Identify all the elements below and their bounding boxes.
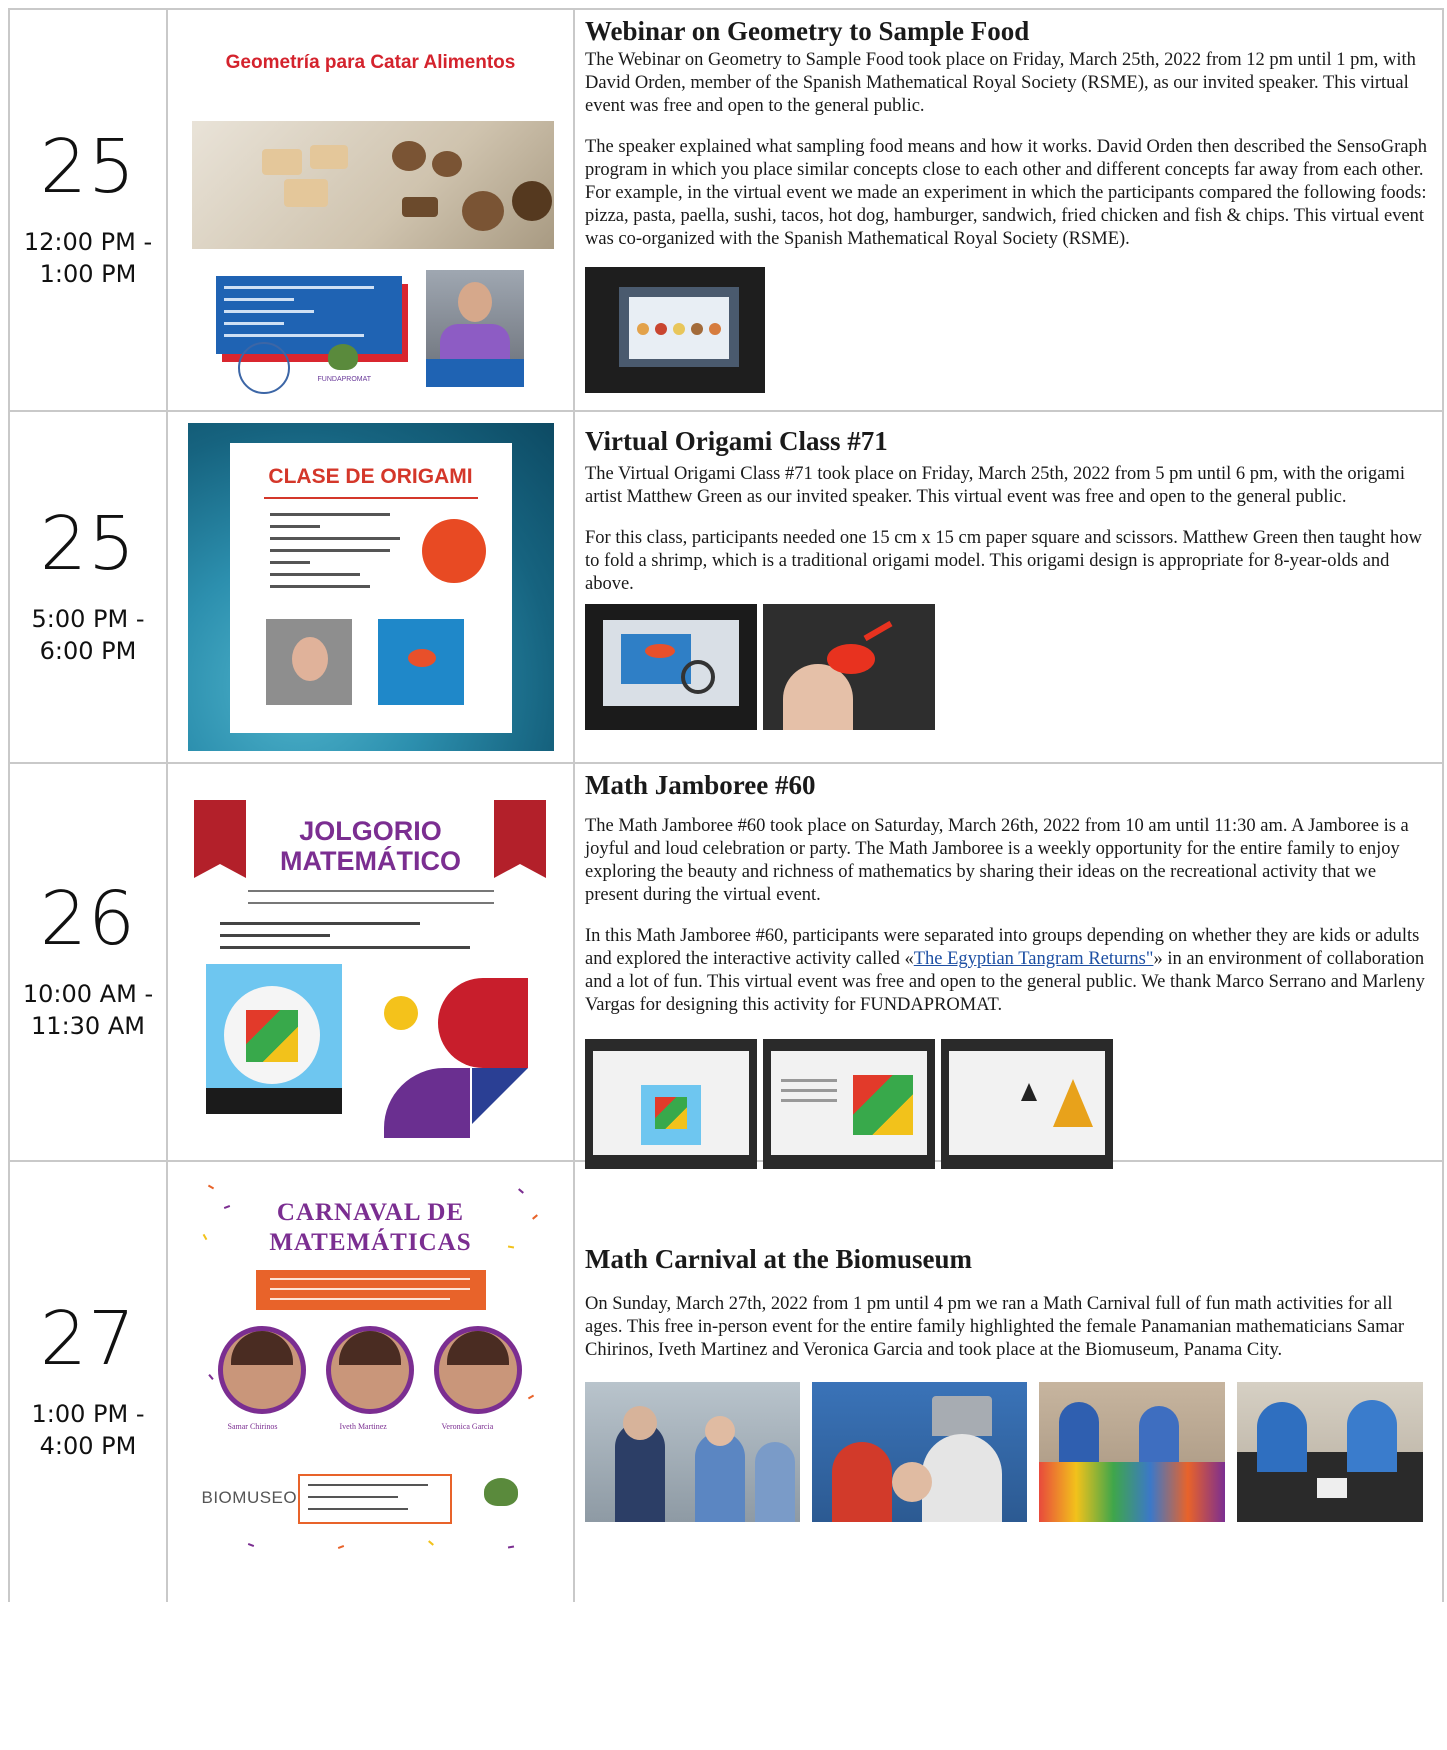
tangram-activity-link[interactable]: The Egyptian Tangram Returns" bbox=[914, 949, 1154, 969]
poster-info-box bbox=[215, 276, 402, 354]
event-photo[interactable] bbox=[763, 604, 935, 730]
description-cell: Virtual Origami Class #71 The Virtual Or… bbox=[573, 412, 1444, 762]
poster-title: CLASE DE ORIGAMI bbox=[268, 465, 473, 488]
event-title: Virtual Origami Class #71 bbox=[585, 426, 888, 456]
event-time: 1:00 PM - 4:00 PM bbox=[31, 1400, 145, 1460]
poster-badge bbox=[425, 359, 524, 387]
rsme-logo bbox=[237, 342, 290, 394]
date-cell: 26 10:00 AM - 11:30 AM bbox=[8, 764, 166, 1160]
poster-title: Geometría para Catar Alimentos bbox=[225, 52, 516, 73]
speaker-photo bbox=[265, 619, 352, 705]
event-title: Math Jamboree #60 bbox=[585, 770, 816, 800]
event-poster: CLASE DE ORIGAMI bbox=[187, 423, 554, 751]
event-time: 5:00 PM - 6:00 PM bbox=[31, 605, 145, 665]
event-photo[interactable] bbox=[1039, 1382, 1225, 1522]
date-cell: 27 1:00 PM - 4:00 PM bbox=[8, 1162, 166, 1602]
description-cell: Math Carnival at the Biomuseum On Sunday… bbox=[573, 1162, 1444, 1602]
poster-title: CARNAVAL DE MATEMÁTICAS bbox=[269, 1199, 472, 1256]
event-row: 27 1:00 PM - 4:00 PM CARNAVAL DE MATEMÁT… bbox=[8, 1162, 1444, 1602]
event-time: 10:00 AM - 11:30 AM bbox=[22, 980, 154, 1040]
event-photo[interactable] bbox=[941, 1039, 1113, 1169]
event-photo[interactable] bbox=[585, 1039, 757, 1169]
event-day: 25 bbox=[39, 501, 137, 587]
speaker-name: Iveth Martinez bbox=[339, 1422, 387, 1431]
poster-banner bbox=[255, 1270, 486, 1310]
poster-card: CLASE DE ORIGAMI bbox=[229, 443, 512, 733]
event-title: Math Carnival at the Biomuseum bbox=[585, 1244, 972, 1274]
event-photo[interactable] bbox=[1237, 1382, 1423, 1522]
photo-gallery bbox=[585, 1039, 1432, 1169]
event-paragraph: In this Math Jamboree #60, participants … bbox=[585, 926, 1425, 1015]
event-paragraph: For this class, participants needed one … bbox=[585, 528, 1422, 594]
event-poster: Geometría para Catar Alimentos FUNDAPROM… bbox=[187, 26, 554, 394]
event-photo[interactable] bbox=[585, 604, 757, 730]
event-row: 25 5:00 PM - 6:00 PM CLASE DE ORIGAMI Vi… bbox=[8, 412, 1444, 764]
fundapromat-logo bbox=[327, 344, 358, 370]
photo-gallery bbox=[585, 1382, 1432, 1522]
event-photo[interactable] bbox=[585, 267, 765, 393]
speaker-photo bbox=[325, 1326, 414, 1414]
event-paragraph: The Webinar on Geometry to Sample Food t… bbox=[585, 50, 1416, 116]
event-row: 25 12:00 PM - 1:00 PM Geometría para Cat… bbox=[8, 10, 1444, 412]
speaker-name: Samar Chirinos bbox=[227, 1422, 278, 1431]
events-table: 25 12:00 PM - 1:00 PM Geometría para Cat… bbox=[8, 8, 1444, 1602]
event-day: 26 bbox=[39, 876, 137, 962]
poster-cell: CARNAVAL DE MATEMÁTICAS Samar Chirinos I… bbox=[166, 1162, 573, 1602]
speaker-photo bbox=[433, 1326, 522, 1414]
speaker-photo bbox=[217, 1326, 306, 1414]
event-photo[interactable] bbox=[585, 1382, 800, 1522]
origami-model-photo bbox=[377, 619, 464, 705]
date-cell: 25 12:00 PM - 1:00 PM bbox=[8, 10, 166, 410]
poster-cell: CLASE DE ORIGAMI bbox=[166, 412, 573, 762]
event-poster: JOLGORIO MATEMÁTICO bbox=[187, 778, 554, 1146]
description-cell: Webinar on Geometry to Sample Food The W… bbox=[573, 10, 1444, 410]
event-day: 27 bbox=[39, 1296, 137, 1382]
event-photo[interactable] bbox=[763, 1039, 935, 1169]
event-paragraph: The speaker explained what sampling food… bbox=[585, 137, 1428, 249]
fundapromat-wordmark: FUNDAPROMAT bbox=[317, 376, 372, 383]
speaker-name: Veronica Garcia bbox=[441, 1422, 494, 1431]
event-paragraph: The Math Jamboree #60 took place on Satu… bbox=[585, 816, 1409, 905]
poster-info-box bbox=[297, 1474, 452, 1524]
photo-gallery bbox=[585, 604, 1432, 730]
event-time: 12:00 PM - 1:00 PM bbox=[23, 228, 153, 288]
biomuseo-logo: BIOMUSEO bbox=[201, 1488, 298, 1507]
event-day: 25 bbox=[39, 124, 137, 210]
photo-gallery bbox=[585, 267, 1432, 393]
event-paragraph: On Sunday, March 27th, 2022 from 1 pm un… bbox=[585, 1294, 1405, 1360]
poster-cell: JOLGORIO MATEMÁTICO bbox=[166, 764, 573, 1160]
event-poster: CARNAVAL DE MATEMÁTICAS Samar Chirinos I… bbox=[187, 1176, 554, 1556]
date-cell: 25 5:00 PM - 6:00 PM bbox=[8, 412, 166, 762]
food-photo bbox=[191, 121, 554, 249]
tangram-illustration bbox=[205, 964, 342, 1114]
event-paragraph: The Virtual Origami Class #71 took place… bbox=[585, 464, 1405, 507]
event-photo[interactable] bbox=[812, 1382, 1027, 1522]
event-row: 26 10:00 AM - 11:30 AM JOLGORIO MATEMÁTI… bbox=[8, 764, 1444, 1169]
poster-cell: Geometría para Catar Alimentos FUNDAPROM… bbox=[166, 10, 573, 410]
poster-title: JOLGORIO MATEMÁTICO bbox=[280, 816, 461, 876]
event-title: Webinar on Geometry to Sample Food bbox=[585, 16, 1030, 46]
fundapromat-logo bbox=[483, 1478, 518, 1506]
fundapromat-logo bbox=[421, 519, 486, 583]
description-cell: Math Jamboree #60 The Math Jamboree #60 … bbox=[573, 764, 1444, 1169]
